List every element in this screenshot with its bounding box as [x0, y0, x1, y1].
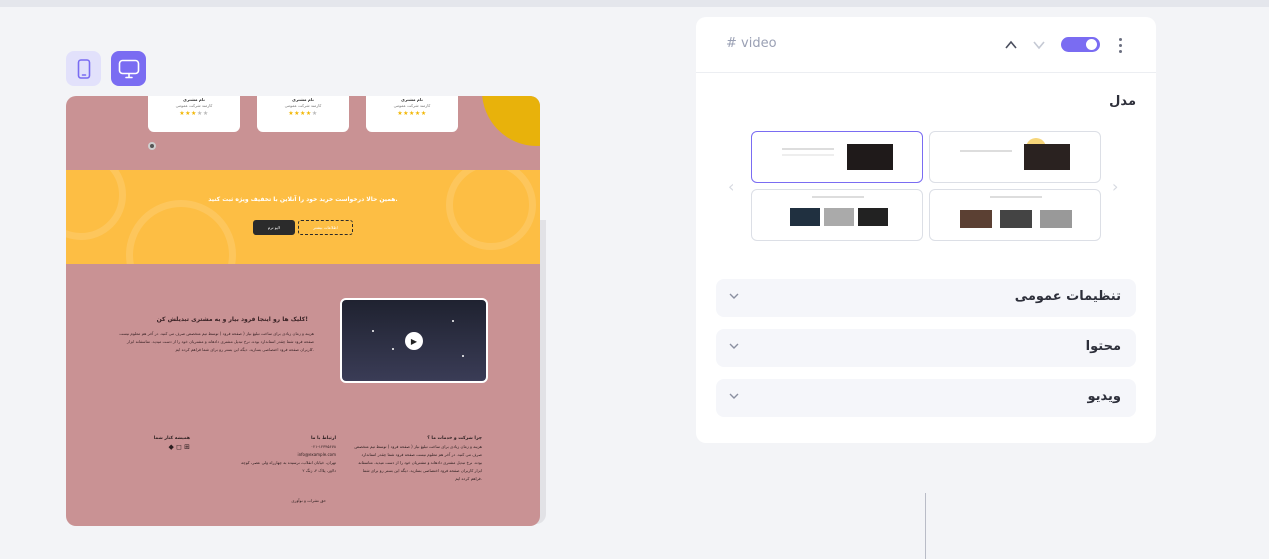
card-role: کارمند شرکت عمومی: [175, 103, 213, 108]
thumbnail-line: [782, 148, 834, 150]
footer-social-column: همیشه کنار شما ◆ ◻ ⊞: [110, 434, 190, 451]
footer-contact-title: ارتباط با ما: [310, 436, 336, 441]
thumbnail-line: [782, 154, 834, 156]
card-name: نام مشتری: [292, 97, 314, 102]
thumbnail-image: [1000, 210, 1032, 228]
decorative-ring: [126, 200, 236, 264]
card-name: نام مشتری: [401, 97, 423, 102]
chevron-up-icon[interactable]: [1003, 37, 1019, 53]
page-preview[interactable]: نام مشتری کارمند شرکت عمومی ★★★★★ نام مش…: [66, 96, 540, 526]
accordion-label: تنظیمات عمومی: [1014, 289, 1121, 304]
twitter-icon[interactable]: ◆: [168, 443, 173, 451]
star-decoration: [372, 330, 374, 332]
model-thumbnail[interactable]: [929, 131, 1101, 183]
thumbnail-image: [858, 208, 888, 226]
widget-name: # video: [726, 36, 777, 51]
chevron-down-icon: [729, 293, 739, 299]
panel-header: # video: [696, 17, 1156, 73]
card-name: نام مشتری: [183, 97, 205, 102]
footer-phone: ۰۲۱-۱۲۳۴۵۶۷۸: [310, 444, 336, 449]
star-rating: ★★★★★: [397, 110, 427, 117]
model-thumbnail[interactable]: [751, 189, 923, 241]
chevron-down-icon[interactable]: [1031, 37, 1047, 53]
thumbnail-image: [790, 208, 820, 226]
footer-why-column: چرا شرکت و خدمات ما ؟ هزینه و زمان زیادی…: [352, 434, 482, 493]
video-player[interactable]: ▶: [340, 298, 488, 383]
thumbnail-image: [1040, 210, 1072, 228]
star-rating: ★★★★★: [179, 110, 209, 117]
decorative-circle: [482, 96, 540, 146]
cta-title: همین حالا درخواست خرید خود را آنلاین با …: [208, 196, 398, 203]
settings-panel: # video مدل ‹ › تنظیمات عمومی محتوا ویدی…: [696, 17, 1156, 443]
cta-section: همین حالا درخواست خرید خود را آنلاین با …: [66, 170, 540, 264]
footer-social-title: همیشه کنار شما: [153, 436, 190, 441]
social-icons: ◆ ◻ ⊞: [110, 443, 190, 451]
star-decoration: [392, 348, 394, 350]
star-decoration: [452, 320, 454, 322]
thumbnail-image: [1024, 144, 1070, 170]
star-decoration: [462, 355, 464, 357]
footer-contact-column: ارتباط با ما ۰۲۱-۱۲۳۴۵۶۷۸ info@example.c…: [236, 434, 336, 475]
thumbnail-image: [960, 210, 992, 228]
card-role: کارمند شرکت عمومی: [393, 103, 431, 108]
more-options-icon[interactable]: [1114, 36, 1126, 54]
card-role: کارمند شرکت عمومی: [284, 103, 322, 108]
video-section-text: هزینه و زمان زیادی برای ساخت تبلیغ نیاز …: [119, 331, 314, 352]
chevron-left-icon[interactable]: ‹: [728, 177, 734, 196]
slider-dot[interactable]: [148, 142, 156, 150]
accordion-label: محتوا: [1085, 339, 1121, 354]
thumbnail-line: [960, 150, 1012, 152]
divider-line: [925, 493, 926, 559]
footer-address: تهران، خیابان انقلاب، نرسیده به چهارراه …: [241, 460, 336, 473]
desktop-icon: [118, 59, 139, 78]
model-thumbnail[interactable]: [929, 189, 1101, 241]
top-bar: [0, 0, 1269, 7]
accordion-video[interactable]: ویدیو: [716, 379, 1136, 417]
testimonial-card: نام مشتری کارمند شرکت عمومی ★★★★★: [257, 96, 349, 132]
thumbnail-image: [824, 208, 854, 226]
chevron-right-icon[interactable]: ›: [1112, 177, 1118, 196]
thumbnail-line: [812, 196, 864, 198]
accordion-general-settings[interactable]: تنظیمات عمومی: [716, 279, 1136, 317]
testimonial-card: نام مشتری کارمند شرکت عمومی ★★★★★: [148, 96, 240, 132]
mobile-icon: [77, 58, 90, 79]
footer-email: info@example.com: [297, 452, 336, 457]
chevron-down-icon: [729, 343, 739, 349]
footer-why-title: چرا شرکت و خدمات ما ؟: [427, 436, 482, 441]
play-icon[interactable]: ▶: [405, 332, 423, 350]
star-rating: ★★★★★: [288, 110, 318, 117]
cta-secondary-button[interactable]: اطلاعات بیشتر: [298, 220, 353, 235]
testimonial-card: نام مشتری کارمند شرکت عمومی ★★★★★: [366, 96, 458, 132]
apps-icon[interactable]: ⊞: [184, 443, 190, 451]
model-thumbnail[interactable]: [751, 131, 923, 183]
model-label: مدل: [1109, 94, 1136, 109]
chevron-down-icon: [729, 393, 739, 399]
footer-why-text: هزینه و زمان زیادی برای ساخت تبلیغ نیاز …: [354, 444, 482, 481]
widget-toggle[interactable]: [1061, 37, 1100, 52]
instagram-icon[interactable]: ◻: [176, 443, 182, 451]
footer-copyright: حق نشرات و نوآوری: [291, 498, 326, 503]
accordion-content[interactable]: محتوا: [716, 329, 1136, 367]
mobile-view-button[interactable]: [66, 51, 101, 86]
desktop-view-button[interactable]: [111, 51, 146, 86]
video-section-title: کلیک ها رو اینجا فرود بیار و به مشتری تب…: [156, 316, 308, 323]
decorative-ring: [446, 170, 536, 250]
cta-primary-button[interactable]: لایو ترم: [253, 220, 295, 235]
thumbnail-line: [990, 196, 1042, 198]
decorative-ring: [66, 170, 126, 240]
thumbnail-image: [847, 144, 893, 170]
accordion-label: ویدیو: [1087, 389, 1121, 404]
